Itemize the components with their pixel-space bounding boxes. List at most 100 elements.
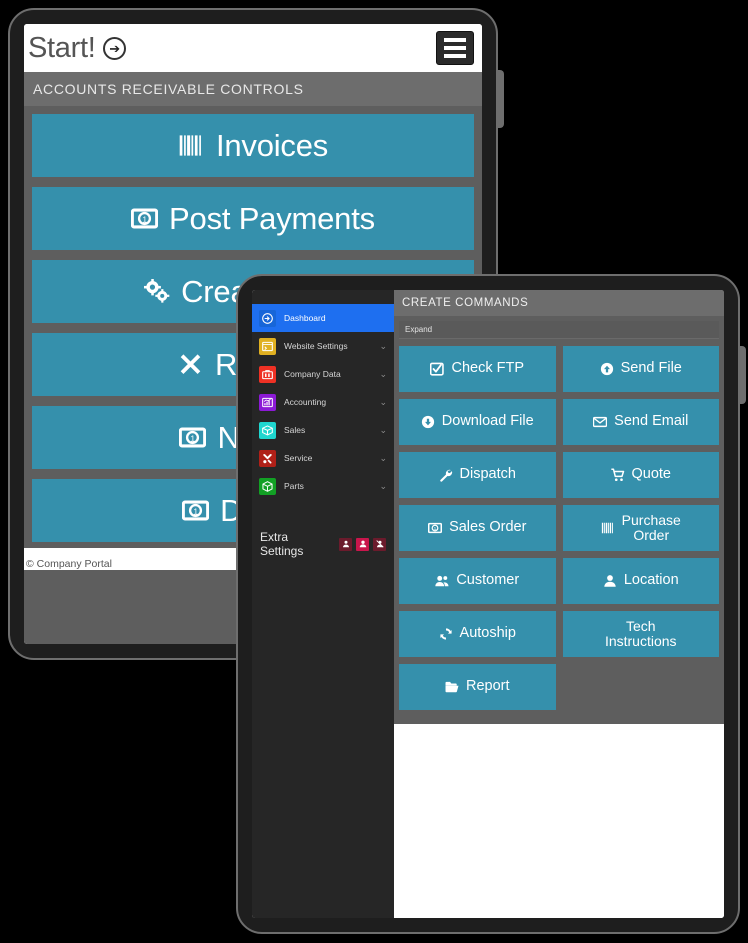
chevron-down-icon[interactable]: ⌄ [379,397,387,408]
chevron-down-icon[interactable]: ⌄ [379,369,387,380]
shopping-cart-icon [610,468,625,482]
cogs-icon [143,278,170,305]
sidebar-item-accounting[interactable]: Accounting ⌄ [252,388,394,416]
user-slash-icon[interactable] [373,537,386,551]
command-button[interactable]: Report [399,664,556,710]
money-bill-icon: 1 [131,205,159,232]
folder-open-icon [445,681,459,693]
command-button[interactable]: Autoship [399,611,556,657]
create-commands-panel: CREATE COMMANDS Expand Check FTP Send Fil… [394,290,724,724]
user-icon [359,540,366,548]
sync-icon [439,627,453,641]
control-button-label: Invoices [215,127,329,163]
command-button-label: Purchase Order [621,512,681,543]
chart-bar-icon [259,393,276,411]
svg-text:1: 1 [142,215,147,225]
command-button[interactable]: 1 Sales Order [399,505,556,551]
arrow-circle-right-icon[interactable]: ➔ [102,36,126,60]
sidebar-item-website-settings[interactable]: Website Settings ⌄ [252,332,394,360]
sidebar-item-label: Website Settings [284,341,348,351]
device-side-button[interactable] [739,346,746,404]
sidebar-item-sales[interactable]: Sales ⌄ [252,416,394,444]
chevron-down-icon[interactable]: ⌄ [379,453,387,464]
sync-icon [439,628,452,640]
command-button[interactable]: Customer [399,558,556,604]
times-icon [180,354,201,374]
brand-label: Start! [28,31,96,64]
control-button[interactable]: Invoices [32,114,474,177]
arrow-circle-right-icon [259,309,276,327]
extra-settings-row: Extra Settings [252,514,394,558]
arrow-circle-up-icon [600,362,614,376]
sidebar-item-label: Dashboard [284,313,326,323]
arrow-circle-down-icon [421,415,435,429]
user-icon [604,575,616,587]
money-bill-icon: 1 [179,427,207,448]
tablet-b-screen: Dashboard Website Settings ⌄ Company Data ⌄ A… [252,290,724,918]
check-square-icon [430,362,445,376]
chevron-down-icon[interactable]: ⌄ [379,341,387,352]
sidebar-item-label: Accounting [284,397,327,407]
chevron-down-icon[interactable]: ⌄ [379,481,387,492]
money-bill-icon: 1 [428,521,443,535]
arrow-circle-down-icon [421,415,434,429]
content-blank-area [394,724,724,918]
panel-title: ACCOUNTS RECEIVABLE CONTROLS [24,72,482,106]
extra-settings-label: Extra Settings [260,530,304,558]
times-icon [177,351,204,378]
command-button[interactable]: Send File [562,346,719,392]
chevron-down-icon[interactable]: ⌄ [379,425,387,436]
money-bill-icon: 1 [182,500,210,521]
cube-icon [262,480,273,492]
users-icon [435,575,449,587]
sidebar-item-dashboard[interactable]: Dashboard [252,304,394,332]
money-bill-icon: 1 [131,208,159,229]
command-button[interactable]: Dispatch [399,452,556,498]
box-icon [262,424,273,435]
command-button-label: Send File [620,360,682,377]
user-download-icon[interactable] [339,537,352,551]
sidebar-item-parts[interactable]: Parts ⌄ [252,472,394,500]
command-button-label: Report [465,678,510,695]
command-button[interactable]: Quote [562,452,719,498]
arrow-circle-right-icon [262,312,273,324]
sidebar-item-company-data[interactable]: Company Data ⌄ [252,360,394,388]
command-button[interactable]: Check FTP [399,346,556,392]
money-bill-icon: 1 [182,497,210,524]
box-icon [259,421,276,439]
svg-text:1: 1 [191,434,196,444]
hamburger-bar [444,54,466,58]
tools-icon [263,453,272,463]
command-button-label: Sales Order [449,519,527,536]
command-button[interactable]: Send Email [562,399,719,445]
sidebar-item-label: Service [284,453,313,463]
command-button[interactable]: Location [562,558,719,604]
control-button-label: Post Payments [169,200,375,236]
expand-bar[interactable]: Expand [399,321,719,339]
command-button-label: Tech Instructions [604,618,677,649]
svg-text:1: 1 [193,507,198,517]
cube-icon [259,477,276,495]
user-icon[interactable] [356,537,369,551]
hamburger-icon[interactable] [436,31,474,65]
money-bill-icon: 1 [428,522,443,534]
hamburger-bar [444,46,466,50]
command-button-label: Check FTP [451,360,524,377]
barcode-icon [601,521,615,535]
arrow-circle-up-icon [600,362,613,376]
command-button[interactable]: Purchase Order [562,505,719,551]
command-button[interactable]: Download File [399,399,556,445]
envelope-icon [593,415,608,429]
window-icon [262,341,273,351]
command-button[interactable]: Tech Instructions [562,611,719,657]
tablet-device-commands: Dashboard Website Settings ⌄ Company Data ⌄ A… [236,274,746,934]
extra-settings-buttons [339,537,386,551]
command-button-label: Quote [631,466,672,483]
device-side-button[interactable] [497,70,504,128]
control-button[interactable]: 1 Post Payments [32,187,474,250]
window-icon [259,337,276,355]
screenshot-stage: Start! ➔ ACCOUNTS RECEIVABLE CONTROLS In… [0,0,748,943]
user-slash-icon [375,540,384,548]
sidebar-item-service[interactable]: Service ⌄ [252,444,394,472]
users-icon [435,574,449,588]
